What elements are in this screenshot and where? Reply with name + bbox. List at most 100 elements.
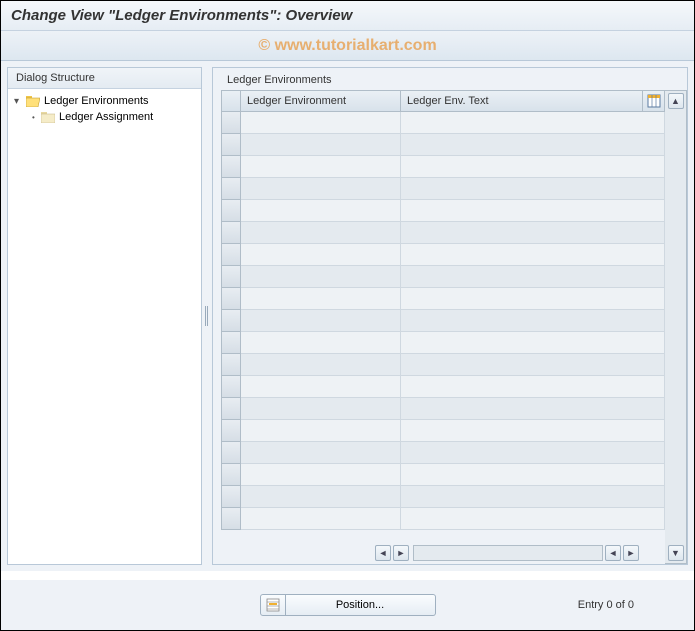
- row-selector[interactable]: [221, 310, 241, 332]
- row-selector[interactable]: [221, 266, 241, 288]
- cell[interactable]: [241, 200, 401, 222]
- scroll-up-button[interactable]: ▲: [668, 93, 684, 109]
- cell[interactable]: [401, 310, 665, 332]
- table-row[interactable]: [221, 398, 665, 420]
- cell[interactable]: [401, 354, 665, 376]
- row-selector[interactable]: [221, 420, 241, 442]
- row-selector[interactable]: [221, 398, 241, 420]
- row-selector[interactable]: [221, 244, 241, 266]
- cell[interactable]: [241, 464, 401, 486]
- row-selector[interactable]: [221, 442, 241, 464]
- row-selector[interactable]: [221, 288, 241, 310]
- cell[interactable]: [241, 244, 401, 266]
- table-row[interactable]: [221, 420, 665, 442]
- cell[interactable]: [401, 332, 665, 354]
- table-row[interactable]: [221, 112, 665, 134]
- cell[interactable]: [401, 464, 665, 486]
- position-button-icon[interactable]: [260, 594, 286, 616]
- select-all-cell[interactable]: [221, 90, 241, 112]
- horizontal-scrollbar[interactable]: ◄ ► ◄ ►: [221, 542, 665, 564]
- row-selector[interactable]: [221, 156, 241, 178]
- table-settings-button[interactable]: [643, 90, 665, 112]
- column-header-ledger-environment[interactable]: Ledger Environment: [241, 90, 401, 112]
- cell[interactable]: [241, 420, 401, 442]
- table-row[interactable]: [221, 354, 665, 376]
- position-button[interactable]: Position...: [286, 594, 436, 616]
- table-row[interactable]: [221, 288, 665, 310]
- cell[interactable]: [241, 354, 401, 376]
- table-row[interactable]: [221, 134, 665, 156]
- table-row[interactable]: [221, 310, 665, 332]
- tree-node-ledger-assignment[interactable]: • Ledger Assignment: [10, 109, 199, 125]
- cell[interactable]: [401, 266, 665, 288]
- table-row[interactable]: [221, 442, 665, 464]
- row-selector[interactable]: [221, 200, 241, 222]
- scroll-down-button[interactable]: ▼: [668, 545, 684, 561]
- splitter[interactable]: [202, 61, 212, 571]
- folder-open-icon: [26, 96, 40, 107]
- table-row[interactable]: [221, 486, 665, 508]
- table-area: Ledger Environment Ledger Env. Text: [213, 90, 687, 564]
- cell[interactable]: [241, 266, 401, 288]
- cell[interactable]: [401, 134, 665, 156]
- cell[interactable]: [401, 486, 665, 508]
- table-row[interactable]: [221, 332, 665, 354]
- cell[interactable]: [241, 332, 401, 354]
- row-selector[interactable]: [221, 134, 241, 156]
- table-row[interactable]: [221, 178, 665, 200]
- cell[interactable]: [401, 112, 665, 134]
- table-row[interactable]: [221, 266, 665, 288]
- scroll-right-button[interactable]: ►: [393, 545, 409, 561]
- scroll-left-button[interactable]: ◄: [605, 545, 621, 561]
- cell[interactable]: [401, 398, 665, 420]
- row-selector[interactable]: [221, 376, 241, 398]
- table-row[interactable]: [221, 508, 665, 530]
- cell[interactable]: [241, 112, 401, 134]
- cell[interactable]: [241, 398, 401, 420]
- cell[interactable]: [401, 442, 665, 464]
- row-selector[interactable]: [221, 112, 241, 134]
- table-row[interactable]: [221, 244, 665, 266]
- cell[interactable]: [401, 200, 665, 222]
- cell[interactable]: [401, 222, 665, 244]
- row-selector[interactable]: [221, 508, 241, 530]
- cell[interactable]: [241, 310, 401, 332]
- table-row[interactable]: [221, 222, 665, 244]
- column-header-ledger-env-text[interactable]: Ledger Env. Text: [401, 90, 643, 112]
- table-row[interactable]: [221, 464, 665, 486]
- main-area: Dialog Structure ▾ Ledger Environments •…: [1, 61, 694, 571]
- cell[interactable]: [401, 156, 665, 178]
- scroll-left-button[interactable]: ◄: [375, 545, 391, 561]
- scroll-right-button[interactable]: ►: [623, 545, 639, 561]
- row-selector[interactable]: [221, 222, 241, 244]
- cell[interactable]: [241, 178, 401, 200]
- cell[interactable]: [241, 222, 401, 244]
- row-selector[interactable]: [221, 178, 241, 200]
- cell[interactable]: [241, 134, 401, 156]
- grid-header: Ledger Environment Ledger Env. Text: [221, 90, 665, 112]
- row-selector[interactable]: [221, 354, 241, 376]
- cell[interactable]: [241, 442, 401, 464]
- cell[interactable]: [241, 508, 401, 530]
- cell[interactable]: [401, 244, 665, 266]
- grid: Ledger Environment Ledger Env. Text: [221, 90, 665, 564]
- tree-node-ledger-environments[interactable]: ▾ Ledger Environments: [10, 93, 199, 109]
- cell[interactable]: [401, 376, 665, 398]
- cell[interactable]: [241, 156, 401, 178]
- row-selector[interactable]: [221, 486, 241, 508]
- cell[interactable]: [241, 376, 401, 398]
- cell[interactable]: [401, 178, 665, 200]
- cell[interactable]: [401, 288, 665, 310]
- row-selector[interactable]: [221, 464, 241, 486]
- expand-collapse-icon[interactable]: ▾: [14, 96, 24, 107]
- cell[interactable]: [401, 508, 665, 530]
- cell[interactable]: [241, 288, 401, 310]
- cell[interactable]: [401, 420, 665, 442]
- table-row[interactable]: [221, 376, 665, 398]
- vertical-scrollbar[interactable]: ▲ ▼: [665, 90, 687, 564]
- cell[interactable]: [241, 486, 401, 508]
- row-selector[interactable]: [221, 332, 241, 354]
- scroll-track[interactable]: [413, 545, 603, 561]
- table-row[interactable]: [221, 156, 665, 178]
- table-row[interactable]: [221, 200, 665, 222]
